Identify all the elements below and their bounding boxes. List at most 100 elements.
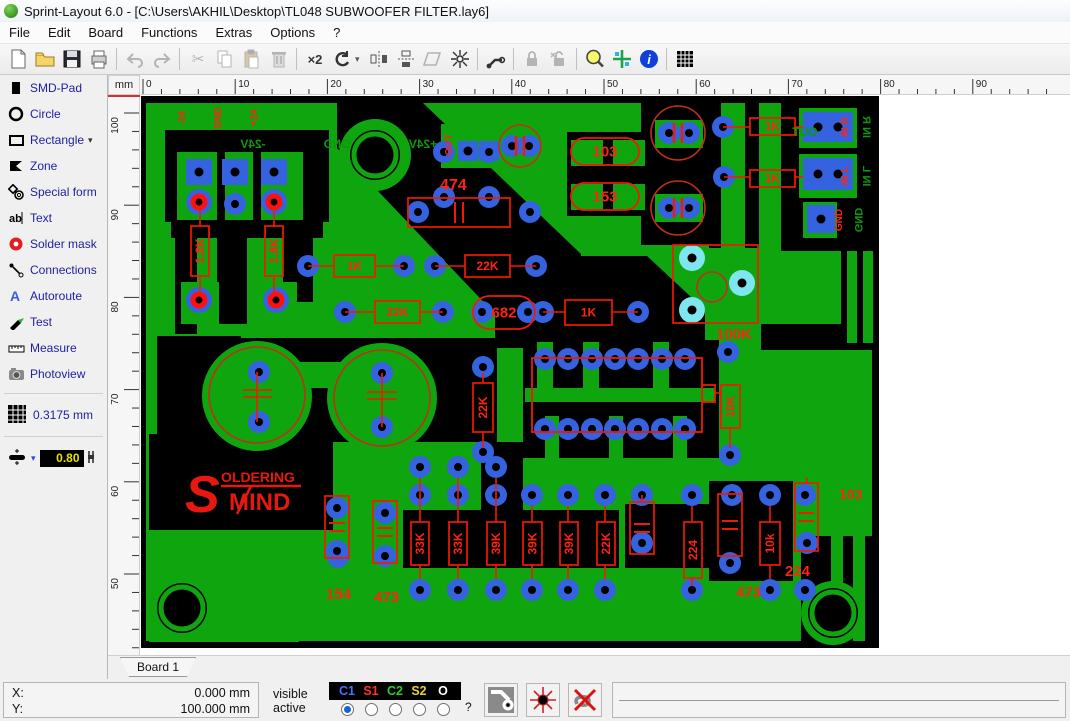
layer-s1[interactable]: S1 (359, 684, 383, 698)
grid-setting[interactable]: 0.3175 mm (0, 400, 107, 430)
layer-s2[interactable]: S2 (407, 684, 431, 698)
sidebar-item-photoview[interactable]: Photoview (0, 361, 107, 387)
zone-icon (7, 158, 25, 174)
toolbar-separator (576, 48, 577, 70)
svg-text:1K: 1K (765, 120, 781, 134)
svg-text:-24: -24 (177, 110, 188, 125)
rectangle-dropdown[interactable]: ▾ (88, 135, 93, 146)
sidebar-item-zone[interactable]: Zone (0, 153, 107, 179)
svg-text:IN R: IN R (840, 116, 851, 137)
new-file-button[interactable] (4, 47, 31, 72)
svg-text:224: 224 (686, 540, 700, 560)
mirror-horizontal-button[interactable] (365, 47, 392, 72)
panel-separator (4, 393, 103, 394)
layer-radio-s2[interactable] (413, 703, 426, 716)
paste-button[interactable] (238, 47, 265, 72)
measure-icon (7, 340, 25, 356)
track-width-value[interactable]: 0.80 (40, 450, 84, 467)
delete-button[interactable] (265, 47, 292, 72)
menu-edit[interactable]: Edit (39, 23, 79, 42)
copy-button[interactable] (211, 47, 238, 72)
cut-button[interactable]: ✂ (184, 47, 211, 72)
layer-radios[interactable] (329, 700, 461, 718)
lock-button[interactable] (518, 47, 545, 72)
layer-c1[interactable]: C1 (335, 684, 359, 698)
reroute-button[interactable] (482, 47, 509, 72)
rotate-dropdown[interactable]: ▾ (355, 54, 365, 65)
info-button[interactable]: i (635, 47, 662, 72)
grid-button[interactable] (671, 47, 698, 72)
svg-text:80: 80 (884, 79, 896, 90)
svg-text:50: 50 (110, 578, 121, 590)
rotate-button[interactable] (328, 47, 355, 72)
layer-o[interactable]: O (431, 684, 455, 698)
sidebar-item-circle[interactable]: Circle (0, 101, 107, 127)
tab-strip: Board 1 (108, 655, 1070, 679)
menu-?[interactable]: ? (324, 23, 349, 42)
sidebar-item-autoroute[interactable]: AAutoroute (0, 283, 107, 309)
sidebar-item-rectangle[interactable]: Rectangle ▾ (0, 127, 107, 153)
board-tab[interactable]: Board 1 (120, 657, 196, 677)
track-width-icon (7, 449, 29, 468)
svg-text:100K: 100K (716, 326, 752, 343)
solder-mask-icon (7, 236, 25, 252)
svg-text:0: 0 (146, 79, 152, 90)
svg-text:60: 60 (110, 485, 121, 497)
menu-options[interactable]: Options (261, 23, 324, 42)
tilt-button[interactable] (419, 47, 446, 72)
sidebar-item-special-form[interactable]: Special form (0, 179, 107, 205)
menu-board[interactable]: Board (79, 23, 132, 42)
sidebar-item-text[interactable]: abText (0, 205, 107, 231)
print-button[interactable] (85, 47, 112, 72)
layer-radio-c1[interactable] (341, 703, 354, 716)
undo-button[interactable] (121, 47, 148, 72)
x-label: X: (12, 685, 24, 701)
sidebar-item-test[interactable]: Test (0, 309, 107, 335)
mirror-horizontal-icon (368, 48, 390, 70)
track-mode-button[interactable] (484, 683, 518, 717)
sidebar-item-label: SMD-Pad (30, 81, 82, 95)
layer-radio-s1[interactable] (365, 703, 378, 716)
redo-button[interactable] (148, 47, 175, 72)
layer-radio-o[interactable] (437, 703, 450, 716)
sidebar-item-solder-mask[interactable]: Solder mask (0, 231, 107, 257)
layer-help[interactable]: ? (465, 700, 472, 714)
open-file-button[interactable] (31, 47, 58, 72)
layer-radio-c2[interactable] (389, 703, 402, 716)
mirror-vertical-button[interactable] (392, 47, 419, 72)
zoom-button[interactable] (581, 47, 608, 72)
no-connection-button[interactable] (568, 683, 602, 717)
track-width-dropdown[interactable]: ▾ (31, 453, 36, 464)
menu-extras[interactable]: Extras (206, 23, 261, 42)
explode-button[interactable] (446, 47, 473, 72)
menu-functions[interactable]: Functions (132, 23, 206, 42)
sidebar-item-smd-pad[interactable]: SMD-Pad (0, 75, 107, 101)
track-slider-icon[interactable] (87, 449, 95, 468)
layer-c2[interactable]: C2 (383, 684, 407, 698)
board-canvas[interactable]: 78695104113122131141.8K1.8K1K22K22K1K1K1… (140, 95, 1070, 655)
pcb-board[interactable]: 78695104113122131141.8K1.8K1K22K22K1K1K1… (141, 96, 879, 648)
svg-text:50: 50 (607, 79, 619, 90)
track-width-setting[interactable]: ▾ 0.80 (0, 443, 107, 473)
layer-names[interactable]: C1S1C2S2O (329, 682, 461, 700)
svg-text:GND: GND (852, 208, 864, 233)
svg-text:90: 90 (976, 79, 988, 90)
svg-text:39K: 39K (562, 532, 576, 554)
sidebar-item-label: Measure (30, 341, 77, 355)
crosshair-mode-button[interactable] (526, 683, 560, 717)
menu-file[interactable]: File (0, 23, 39, 42)
duplicate-button[interactable]: ×2 (301, 47, 328, 72)
sidebar-item-measure[interactable]: Measure (0, 335, 107, 361)
status-message-panel (612, 682, 1066, 718)
svg-text:1.8K: 1.8K (193, 238, 207, 264)
visible-label: visible (273, 687, 327, 701)
save-file-button[interactable] (58, 47, 85, 72)
svg-text:1K: 1K (765, 172, 781, 186)
smd-pad-icon (7, 80, 25, 96)
lock-icon (521, 48, 543, 70)
origin-crosshair-button[interactable] (608, 47, 635, 72)
svg-text:IN L: IN L (860, 165, 872, 186)
toolbar-separator (666, 48, 667, 70)
sidebar-item-connections[interactable]: Connections (0, 257, 107, 283)
unlock-button[interactable] (545, 47, 572, 72)
